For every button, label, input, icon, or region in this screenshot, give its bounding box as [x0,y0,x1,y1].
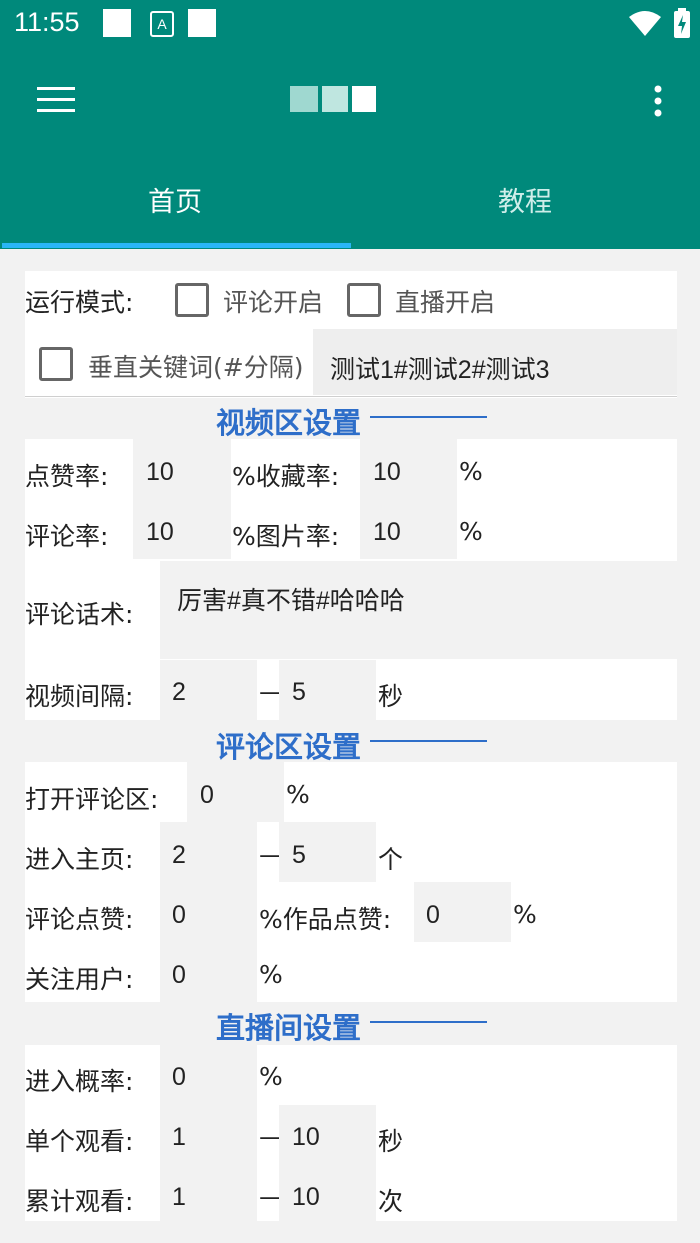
enter-home-label: 进入主页: [25,845,134,874]
status-bar: 11:55 A [0,0,700,50]
work-like-unit: % [513,900,537,929]
app-title-redacted-3 [352,86,376,112]
status-time: 11:55 [14,7,80,37]
open-comment-unit: % [286,780,310,809]
video-section-title: 视频区设置 [216,406,362,440]
work-like-value: 0 [426,901,440,929]
fav-rate-value: 10 [373,458,401,486]
work-like-label: %作品点赞: [259,905,392,934]
enter-rate-value: 0 [172,1063,186,1091]
like-rate-label: 点赞率: [25,462,109,491]
image-rate-label: %图片率: [232,522,340,551]
total-min-value: 1 [172,1183,186,1211]
live-section-line [370,1021,487,1023]
total-unit: 次 [378,1187,404,1216]
tab-tutorial[interactable]: 教程 [350,150,700,249]
live-section-title: 直播间设置 [216,1011,362,1045]
notification-icon-2 [188,9,216,37]
single-min-value: 1 [172,1123,186,1151]
single-max-value: 10 [292,1123,320,1151]
comment-speech-value: 厉害#真不错#哈哈哈 [177,587,405,615]
comment-speech-label: 评论话术: [25,600,134,629]
single-unit: 秒 [378,1127,404,1156]
fav-rate-label: %收藏率: [232,462,340,491]
interval-min-value: 2 [172,678,186,706]
fav-rate-unit: % [459,457,483,486]
enter-rate-unit: % [259,1062,283,1091]
keyboard-notification-icon: A [150,11,174,37]
comment-like-label: 评论点赞: [25,905,134,934]
interval-unit: 秒 [378,682,404,711]
home-min-value: 2 [172,841,186,869]
total-watch-label: 累计观看: [25,1187,134,1216]
home-max-value: 5 [292,841,306,869]
enter-rate-label: 进入概率: [25,1067,134,1096]
video-section-line [370,416,487,418]
tab-bar: 首页 教程 [0,150,700,249]
battery-icon [674,8,690,38]
home-unit: 个 [378,845,404,874]
follow-user-value: 0 [172,961,186,989]
follow-user-unit: % [259,960,283,989]
comment-section-title: 评论区设置 [216,730,362,764]
app-title-redacted [290,86,318,112]
keyword-value: 测试1#测试2#测试3 [330,356,550,384]
keyword-checkbox[interactable] [39,347,73,381]
app-title-redacted-2 [322,86,348,112]
comment-rate-label: 评论率: [25,522,109,551]
tab-indicator [2,243,351,248]
like-rate-value: 10 [146,458,174,486]
single-watch-label: 单个观看: [25,1127,134,1156]
wifi-icon [629,11,661,36]
comment-like-value: 0 [172,901,186,929]
open-comment-value: 0 [200,781,214,809]
app-bar [0,50,700,150]
comment-mode-label: 评论开启 [223,288,324,317]
hamburger-menu-icon[interactable] [37,87,75,113]
interval-max-value: 5 [292,678,306,706]
tab-home[interactable]: 首页 [0,150,350,249]
total-max-value: 10 [292,1183,320,1211]
comment-mode-checkbox[interactable] [175,283,209,317]
run-mode-label: 运行模式: [25,288,134,317]
open-comment-label: 打开评论区: [25,785,159,814]
comment-section-line [370,740,487,742]
keyword-label: 垂直关键词(#分隔) [88,353,304,382]
image-rate-unit: % [459,517,483,546]
live-mode-label: 直播开启 [395,288,496,317]
live-mode-checkbox[interactable] [347,283,381,317]
comment-rate-value: 10 [146,518,174,546]
overflow-menu-icon[interactable] [652,85,664,117]
video-interval-label: 视频间隔: [25,682,134,711]
image-rate-value: 10 [373,518,401,546]
follow-user-label: 关注用户: [25,965,134,994]
keyword-underline [25,396,677,397]
notification-icon [103,9,131,37]
